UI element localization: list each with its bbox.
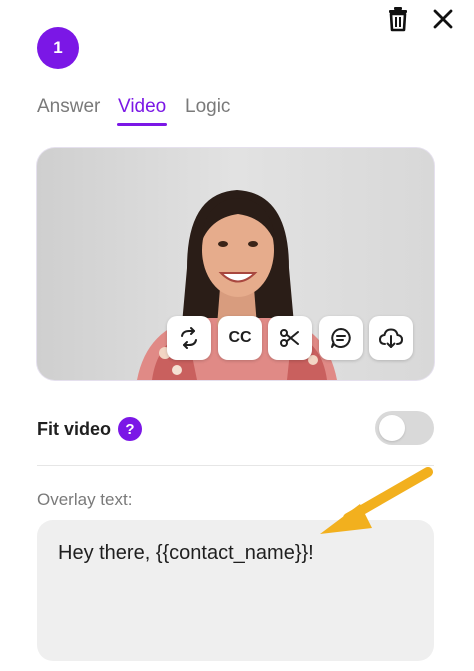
comment-icon — [331, 328, 351, 348]
close-icon — [433, 9, 453, 29]
replace-video-button[interactable] — [167, 316, 211, 360]
fit-video-toggle[interactable] — [375, 411, 434, 445]
trash-icon — [389, 7, 407, 32]
close-button[interactable] — [429, 5, 457, 33]
tab-video[interactable]: Video — [118, 96, 166, 118]
active-tab-indicator — [117, 123, 167, 126]
captions-button[interactable]: CC — [218, 316, 262, 360]
scissors-icon — [280, 329, 299, 347]
delete-button[interactable] — [384, 5, 412, 33]
trim-button[interactable] — [268, 316, 312, 360]
help-icon[interactable]: ? — [118, 417, 142, 441]
overlay-text-label: Overlay text: — [37, 490, 133, 509]
tab-answer[interactable]: Answer — [37, 96, 100, 118]
step-number-badge: 1 — [37, 27, 79, 69]
comment-button[interactable] — [319, 316, 363, 360]
replace-icon — [181, 327, 197, 349]
captions-icon: CC — [228, 329, 252, 346]
download-button[interactable] — [369, 316, 413, 360]
annotation-arrow-icon — [320, 467, 433, 534]
fit-video-label: Fit video — [37, 419, 112, 439]
toggle-knob — [379, 415, 405, 441]
tab-logic[interactable]: Logic — [185, 96, 230, 118]
download-icon — [378, 328, 404, 348]
